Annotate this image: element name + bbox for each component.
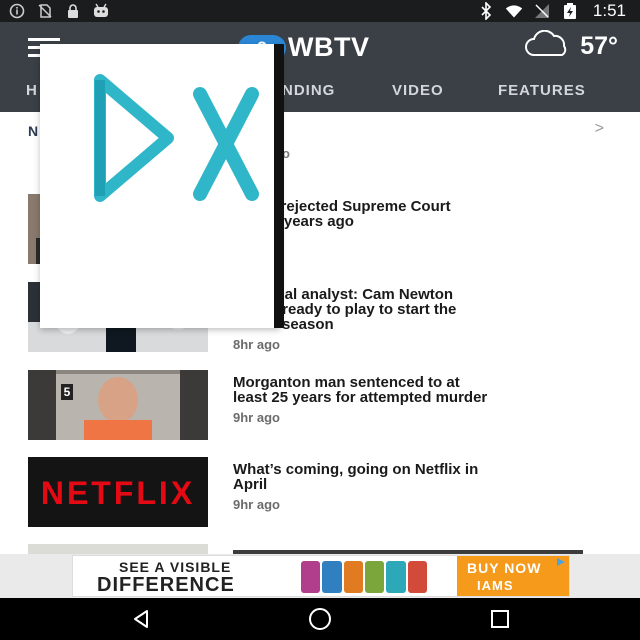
ad-brand-text: IAMS <box>477 578 514 593</box>
battery-charging-icon <box>561 2 579 20</box>
chevron-right-icon[interactable]: > <box>595 120 604 138</box>
story-thumbnail <box>28 544 208 554</box>
story-title-line: nee 30 years ago <box>233 213 354 230</box>
back-icon[interactable] <box>126 606 156 632</box>
dx-logo-icon <box>40 74 280 332</box>
news-item[interactable] <box>0 544 640 554</box>
recents-icon[interactable] <box>485 606 515 632</box>
ad-product-image <box>301 561 427 593</box>
netflix-logo-text: NETFLIX <box>40 475 196 511</box>
weather-widget[interactable]: 57° <box>522 29 618 63</box>
android-nav-bar <box>0 598 640 640</box>
ad-cta-panel[interactable]: BUY NOW IAMS <box>457 556 569 596</box>
section-heading: N <box>28 123 39 139</box>
weather-temperature: 57° <box>580 32 618 60</box>
story-thumbnail: NETFLIX <box>28 457 208 527</box>
story-title-line: least 25 years for attempted murder <box>233 389 488 406</box>
story-title-line: te last rejected Supreme Court <box>233 198 451 215</box>
story-title-line: season <box>282 316 334 333</box>
story-title-line: not be ready to play to start the <box>233 301 457 318</box>
wifi-icon <box>505 2 523 20</box>
news-item[interactable]: NETFLIX What’s coming, going on Netflix … <box>0 457 640 529</box>
info-icon <box>8 2 26 20</box>
ad-headline-line2: DIFFERENCE <box>97 574 235 596</box>
status-right-icons: 1:51 <box>477 1 626 21</box>
ad-creative[interactable]: SEE A VISIBLE DIFFERENCE BUY NOW IAMS <box>72 555 570 597</box>
story-time: 8hr ago <box>233 337 280 352</box>
status-left-icons <box>8 2 110 20</box>
story-thumbnail: 5 <box>28 370 208 440</box>
product-can <box>386 561 406 593</box>
status-bar: 1:51 <box>0 0 640 22</box>
product-can <box>407 561 427 593</box>
lock-icon <box>64 2 82 20</box>
mugshot-number: 5 <box>61 384 73 400</box>
status-time: 1:51 <box>592 1 626 20</box>
story-time: 9hr ago <box>233 410 280 425</box>
product-can <box>301 561 321 593</box>
story-title-line: What’s coming, going on Netflix in <box>233 461 479 478</box>
dx-overlay-card[interactable] <box>40 44 280 328</box>
cloud-icon <box>522 29 572 63</box>
product-can <box>322 561 342 593</box>
story-title-line: April <box>233 476 268 493</box>
bluetooth-icon <box>477 2 495 20</box>
news-item[interactable]: 5 Morganton man sentenced to at least 25… <box>0 370 640 442</box>
signal-icon <box>533 2 551 20</box>
tab-features[interactable]: FEATURES <box>498 82 586 99</box>
home-icon[interactable] <box>305 606 335 632</box>
logo-text: WBTV <box>288 32 370 62</box>
product-can <box>343 561 363 593</box>
ad-headline-line1: SEE A VISIBLE <box>119 559 232 575</box>
no-sim-icon <box>36 2 54 20</box>
story-title-line: Morganton man sentenced to at <box>233 374 460 391</box>
ad-buy-now-button[interactable]: BUY NOW <box>467 560 541 576</box>
tab-video[interactable]: VIDEO <box>392 82 444 99</box>
story-title-line: l medical analyst: Cam Newton <box>233 286 454 303</box>
story-time: 9hr ago <box>233 497 280 512</box>
tab-home[interactable]: H <box>26 82 38 99</box>
tab-trending[interactable]: NDING <box>282 82 335 99</box>
overlay-shadow-edge <box>274 44 284 328</box>
ad-banner[interactable]: SEE A VISIBLE DIFFERENCE BUY NOW IAMS <box>0 554 640 598</box>
product-can <box>364 561 385 593</box>
android-icon <box>92 2 110 20</box>
ad-choices-icon[interactable] <box>555 557 567 567</box>
